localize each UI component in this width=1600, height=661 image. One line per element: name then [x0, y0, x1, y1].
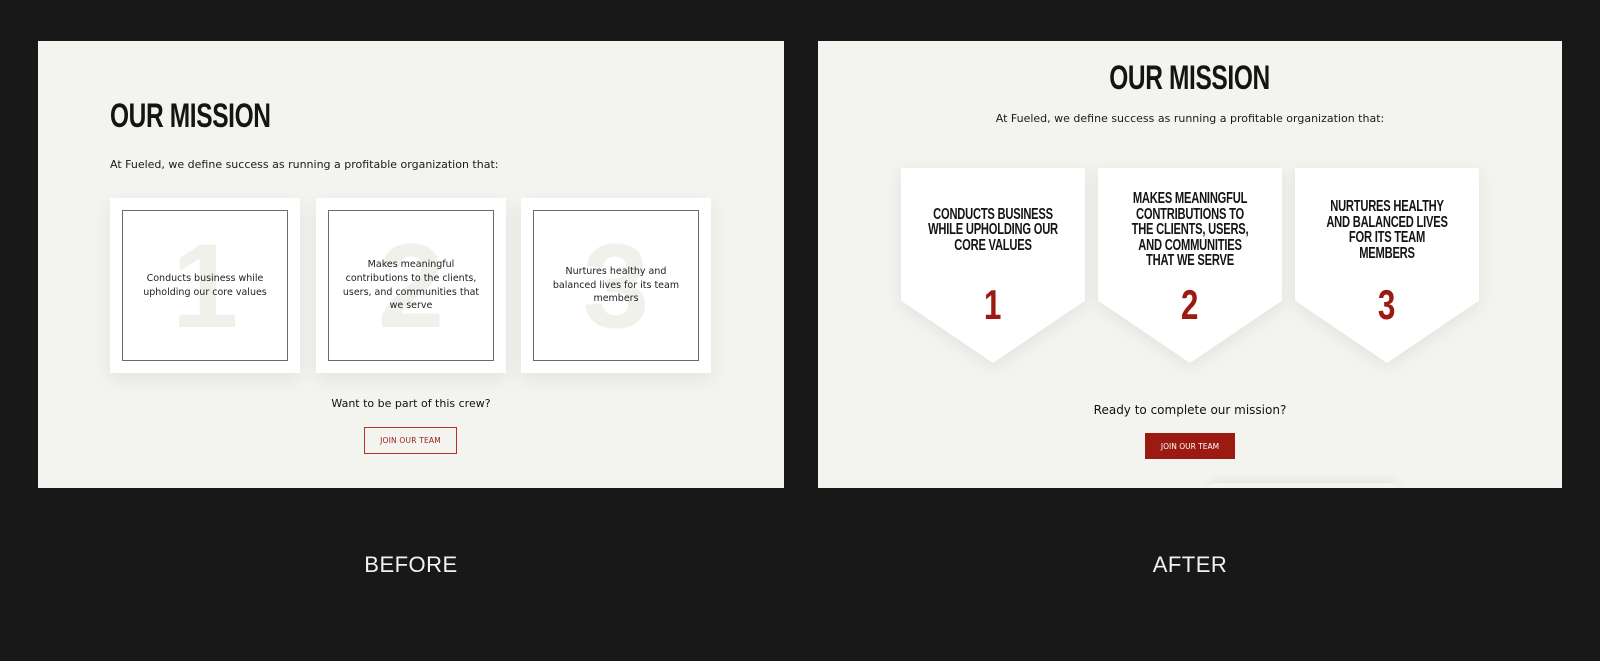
pennant-number: 1 [984, 281, 1002, 328]
before-mission-card-2: 2 Makes meaningful contributions to the … [316, 198, 506, 373]
pennant-text: Nurtures healthy and balanced lives for … [1326, 198, 1448, 262]
pennant-text: Conducts business while upholding our co… [928, 205, 1058, 254]
before-card-text: Makes meaningful contributions to the cl… [342, 258, 480, 312]
before-mission-card-3: 3 Nurtures healthy and balanced lives fo… [521, 198, 711, 373]
floating-bar-edge [1208, 483, 1398, 488]
before-mission-title: OUR MISSION [110, 97, 271, 135]
before-card-frame: 3 Nurtures healthy and balanced lives fo… [533, 210, 699, 361]
after-join-our-team-button[interactable]: JOIN OUR TEAM [1145, 433, 1235, 459]
before-card-frame: 2 Makes meaningful contributions to the … [328, 210, 494, 361]
pennant-number: 2 [1181, 281, 1199, 328]
pennant-text: Makes meaningful contributions to the cl… [1131, 190, 1249, 270]
before-caption: BEFORE [364, 552, 458, 577]
before-join-our-team-button[interactable]: JOIN OUR TEAM [364, 427, 457, 454]
after-intro-text: At Fueled, we define success as running … [995, 112, 1385, 125]
after-mission-pennant-2: Makes meaningful contributions to the cl… [1098, 168, 1282, 363]
after-mission-pennant-1: Conducts business while upholding our co… [901, 168, 1085, 363]
before-mission-card-1: 1 Conducts business while upholding our … [110, 198, 300, 373]
before-card-text: Nurtures healthy and balanced lives for … [552, 265, 680, 305]
after-join-question: Ready to complete our mission? [1093, 403, 1287, 417]
pennant-number: 3 [1378, 281, 1396, 328]
before-panel: OUR MISSION At Fueled, we define success… [38, 41, 784, 488]
after-title-wrap: OUR MISSION [818, 59, 1562, 98]
after-panel: OUR MISSION At Fueled, we define success… [818, 41, 1562, 488]
before-card-frame: 1 Conducts business while upholding our … [122, 210, 288, 361]
after-mission-pennant-3: Nurtures healthy and balanced lives for … [1295, 168, 1479, 363]
after-caption: AFTER [1152, 552, 1228, 577]
before-intro-text: At Fueled, we define success as running … [110, 158, 499, 171]
before-join-question: Want to be part of this crew? [331, 397, 491, 410]
after-mission-title: OUR MISSION [1109, 59, 1271, 97]
before-card-text: Conducts business while upholding our co… [143, 272, 267, 298]
